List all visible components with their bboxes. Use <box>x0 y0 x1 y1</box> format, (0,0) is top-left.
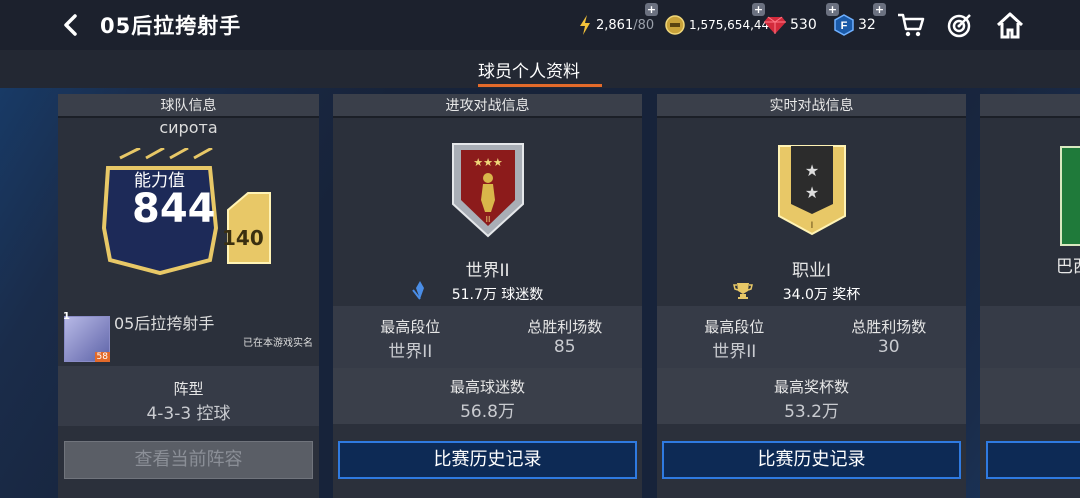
live-rank-name: 职业I <box>791 261 831 281</box>
max-trophies-label: 最高奖杯数 <box>773 378 849 396</box>
level-badge: 58 <box>94 352 110 362</box>
gem-icon <box>764 15 786 35</box>
pro-rank-badge-icon: ★ ★ I <box>778 145 846 236</box>
target-icon[interactable] <box>944 10 974 40</box>
formation-section: 阵型 4-3-3 控球 <box>58 366 319 426</box>
home-icon[interactable] <box>995 10 1025 40</box>
sub-value: 140 <box>222 226 264 250</box>
top-bar: 05后拉挎射手 2,861/80 + 1,575,654,447 + 530 +… <box>0 0 1080 50</box>
team-name: сирота <box>159 118 218 137</box>
total-wins-value: 30 <box>877 337 900 357</box>
best-rank-value: 世界II <box>712 342 757 362</box>
fc-points-value: 32 <box>858 17 876 33</box>
live-info-card: 实时对战信息 ★ ★ I 职业I 34.0万 奖杯 最高段位 世界II 总胜利场… <box>657 94 966 498</box>
coin-icon <box>665 15 685 35</box>
attack-info-card: 进攻对战信息 ★★★ II 世界II 51.7万 球迷数 最高段位 世界II 总… <box>333 94 642 498</box>
total-wins-label: 总胜利场数 <box>527 318 603 336</box>
best-rank-value: 世界II <box>388 342 433 362</box>
energy-display: 2,861/80 <box>578 13 654 37</box>
ovr-value: 844 <box>132 186 216 232</box>
svg-text:I: I <box>811 221 814 231</box>
attack-fans: 51.7万 球迷数 <box>451 287 544 303</box>
team-info-heading: 球队信息 <box>58 94 319 118</box>
cart-icon[interactable] <box>896 10 926 40</box>
verified-text: 已在本游戏实名 <box>243 338 313 349</box>
player-name: 05后拉挎射手 <box>114 314 215 333</box>
gems-value: 530 <box>790 17 817 33</box>
attack-stats-row: 最高段位 世界II 总胜利场数 85 <box>333 306 642 368</box>
max-fans-label: 最高球迷数 <box>449 378 525 396</box>
max-trophies-value: 53.2万 <box>784 402 839 422</box>
tab-player-profile[interactable]: 球员个人资料 <box>478 57 580 82</box>
max-fans-value: 56.8万 <box>460 402 515 422</box>
live-history-button[interactable]: 比赛历史记录 <box>662 441 961 479</box>
fc-points-icon: F <box>834 14 854 36</box>
best-rank-label: 最高段位 <box>704 318 765 336</box>
back-icon[interactable] <box>60 12 82 38</box>
svg-text:★: ★ <box>805 161 819 180</box>
live-info-heading: 实时对战信息 <box>657 94 966 118</box>
player-row: 58 1 05后拉挎射手 已在本游戏实名 <box>58 308 319 366</box>
live-max-trophies: 最高奖杯数 53.2万 <box>657 368 966 424</box>
partial-max-row <box>980 368 1080 424</box>
live-total-wins: 总胜利场数 30 <box>812 306 967 368</box>
attack-history-button[interactable]: 比赛历史记录 <box>338 441 637 479</box>
partial-stats-row <box>980 306 1080 368</box>
formation-value: 4-3-3 控球 <box>146 404 231 424</box>
partial-card: 巴西 <box>980 94 1080 498</box>
rank-badge: 1 <box>63 311 70 322</box>
tab-active-indicator <box>478 84 602 87</box>
live-trophies: 34.0万 奖杯 <box>782 287 861 303</box>
team-badge-area: сирота 能力值 844 140 <box>58 118 319 308</box>
total-wins-value: 85 <box>553 337 576 357</box>
flag-badge-icon <box>1060 146 1080 246</box>
attack-best-rank: 最高段位 世界II <box>333 306 488 368</box>
partial-card-body: 巴西 <box>980 118 1080 306</box>
live-stats-row: 最高段位 世界II 总胜利场数 30 <box>657 306 966 368</box>
energy-value: 2,861 <box>596 17 634 33</box>
lightning-icon <box>578 15 592 35</box>
attack-rank-area: ★★★ II 世界II 51.7万 球迷数 <box>333 118 642 306</box>
attack-total-wins: 总胜利场数 85 <box>488 306 643 368</box>
tab-bar: 球员个人资料 <box>0 50 1080 88</box>
svg-text:F: F <box>841 20 848 32</box>
partial-history-button[interactable] <box>986 441 1080 479</box>
svg-text:★★★: ★★★ <box>473 156 503 169</box>
world-rank-badge-icon: ★★★ II <box>452 143 524 238</box>
avatar[interactable]: 58 1 <box>63 311 110 362</box>
partial-card-heading <box>980 94 1080 118</box>
best-rank-label: 最高段位 <box>380 318 441 336</box>
svg-text:II: II <box>486 215 491 224</box>
total-wins-label: 总胜利场数 <box>851 318 927 336</box>
view-lineup-button[interactable]: 查看当前阵容 <box>64 441 313 479</box>
svg-text:★: ★ <box>805 183 819 202</box>
energy-max: /80 <box>633 17 655 33</box>
add-energy-button[interactable]: + <box>645 3 658 16</box>
partial-rank-name: 巴西 <box>1056 257 1080 277</box>
attack-info-heading: 进攻对战信息 <box>333 94 642 118</box>
formation-label: 阵型 <box>173 380 204 398</box>
live-best-rank: 最高段位 世界II <box>657 306 812 368</box>
add-fc-points-button[interactable]: + <box>873 3 886 16</box>
attack-rank-name: 世界II <box>465 261 510 281</box>
attack-max-fans: 最高球迷数 56.8万 <box>333 368 642 424</box>
page-title: 05后拉挎射手 <box>100 14 242 38</box>
gems-display: 530 <box>764 13 817 37</box>
team-info-card: 球队信息 сирота 能力值 844 140 58 1 05后拉挎射手 已在本… <box>58 94 319 498</box>
live-rank-area: ★ ★ I 职业I 34.0万 奖杯 <box>657 118 966 306</box>
coins-display: 1,575,654,447 <box>665 13 777 37</box>
fc-points-display: F 32 <box>834 13 876 37</box>
